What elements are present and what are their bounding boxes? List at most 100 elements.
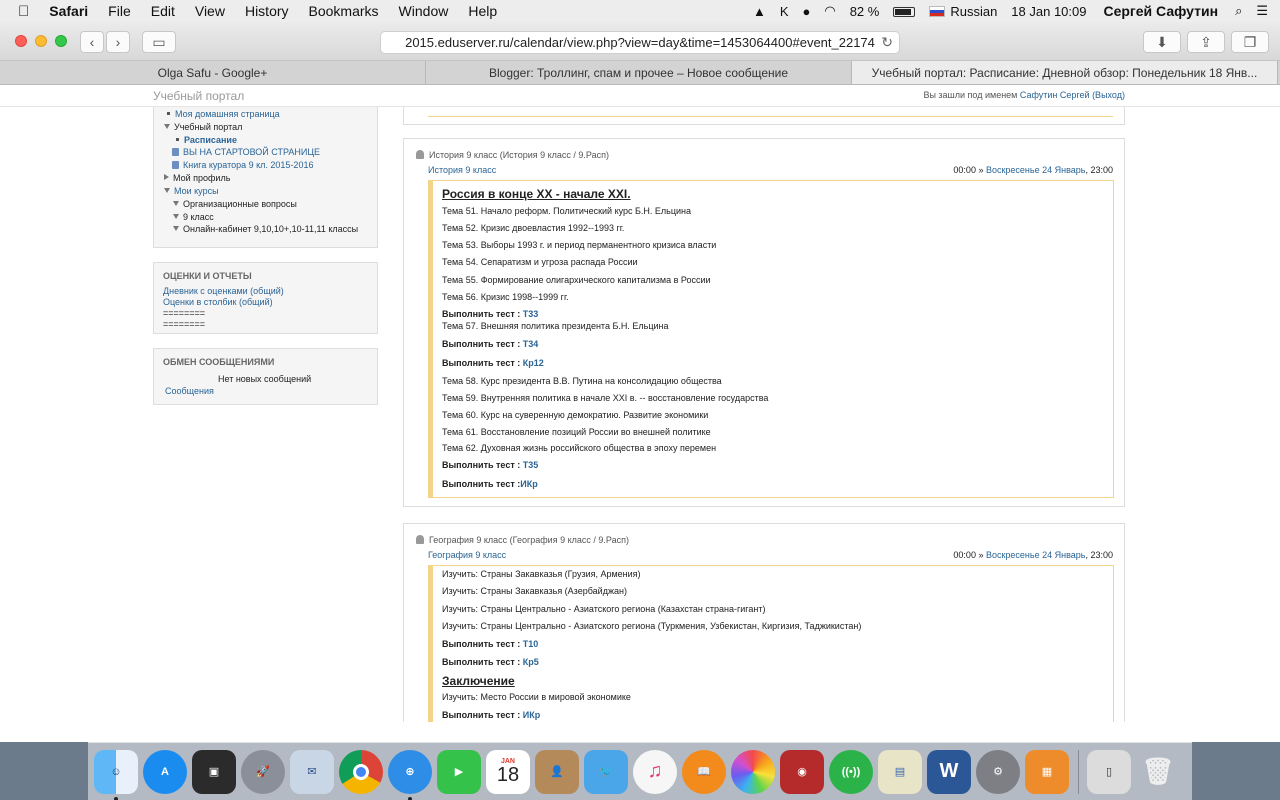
menu-view[interactable]: View xyxy=(185,3,235,19)
event-course-link[interactable]: География 9 класс xyxy=(428,550,506,560)
test-link[interactable]: Т10 xyxy=(523,639,539,649)
messages-link[interactable]: Сообщения xyxy=(154,384,377,396)
share-button[interactable]: ⇪ xyxy=(1187,31,1225,53)
dock-calendar-icon[interactable]: JAN 18 xyxy=(486,749,530,794)
nav-item-home[interactable]: Моя домашняя страница xyxy=(165,109,280,119)
menu-bookmarks[interactable]: Bookmarks xyxy=(299,3,389,19)
screen-share-icon[interactable]: ● xyxy=(795,4,817,19)
downloads-button[interactable]: ⬇ xyxy=(1143,31,1181,53)
nav-item-curator-book[interactable]: Книга куратора 9 кл. 2015-2016 xyxy=(172,160,313,170)
chevron-right-icon: › xyxy=(115,34,121,50)
user-menu[interactable]: Сергей Сафутин xyxy=(1093,3,1228,19)
nav-item-start-page[interactable]: ВЫ НА СТАРТОВОЙ СТРАНИЦЕ xyxy=(172,147,320,157)
dock-preview-icon[interactable]: ▣ xyxy=(192,749,236,794)
test-link[interactable]: Т35 xyxy=(523,460,539,470)
test-link[interactable]: ИКр xyxy=(523,710,540,720)
event-course-link[interactable]: История 9 класс xyxy=(428,165,496,175)
battery-percent: 82 % xyxy=(849,3,880,19)
event-previous xyxy=(403,107,1125,125)
test-link[interactable]: Кр12 xyxy=(523,358,544,368)
wifi-icon[interactable]: ◠ xyxy=(817,3,842,19)
dock-contacts-icon[interactable]: 👤 xyxy=(535,749,579,794)
notification-center-icon[interactable]: ☰ xyxy=(1249,3,1280,19)
grades-column-link[interactable]: Оценки в столбик (общий) xyxy=(163,297,368,308)
nav-item-profile[interactable]: Мой профиль xyxy=(164,173,230,183)
dock-ibooks-icon[interactable]: 📖 xyxy=(682,749,726,794)
separator: ======== xyxy=(163,308,206,318)
back-button[interactable]: ‹ xyxy=(80,31,104,53)
nav-item-grade-9[interactable]: 9 класс xyxy=(173,212,214,222)
test-link[interactable]: Т34 xyxy=(523,339,539,349)
dock-finder-icon[interactable]: ☺ xyxy=(94,749,138,800)
menu-window[interactable]: Window xyxy=(389,3,459,19)
drive-icon[interactable]: ▲ xyxy=(746,4,773,19)
dock-calculator-icon[interactable]: ▦ xyxy=(1025,749,1069,794)
logout-link[interactable]: (Выход) xyxy=(1092,90,1125,100)
dock-launchpad-icon[interactable]: 🚀 xyxy=(241,749,285,794)
share-icon: ⇪ xyxy=(1200,33,1212,50)
dock-photo-booth-icon[interactable]: ◉ xyxy=(780,749,824,794)
dock-trash-icon[interactable]: 🗑 xyxy=(1136,750,1180,794)
dock-system-preferences-icon[interactable]: ⚙ xyxy=(976,749,1020,794)
kaspersky-icon[interactable]: K xyxy=(773,4,796,19)
test-line: Выполнить тест : Кр12 xyxy=(442,358,544,368)
nav-item-my-courses[interactable]: Мои курсы xyxy=(164,186,219,196)
dock-photos-icon[interactable] xyxy=(731,749,775,794)
input-language[interactable]: Russian xyxy=(922,4,1004,19)
close-window-button[interactable] xyxy=(15,35,27,47)
tab-blogger[interactable]: Blogger: Троллинг, спам и прочее – Новое… xyxy=(426,61,852,84)
address-bar[interactable]: 2015.eduserver.ru/calendar/view.php?view… xyxy=(380,31,900,54)
topic-line: Тема 53. Выборы 1993 г. и период пермане… xyxy=(442,240,717,250)
menu-edit[interactable]: Edit xyxy=(141,3,185,19)
dock-mail-icon[interactable]: ✉ xyxy=(290,749,334,794)
menu-app-safari[interactable]: Safari xyxy=(39,3,98,19)
tab-schedule[interactable]: Учебный портал: Расписание: Дневной обзо… xyxy=(852,61,1278,84)
tab-google-plus[interactable]: Olga Safu - Google+ xyxy=(0,61,426,84)
tab-overview-button[interactable]: ❐ xyxy=(1231,31,1269,53)
expanded-icon xyxy=(173,201,179,206)
navigation-block: Моя домашняя страница Учебный портал Рас… xyxy=(153,107,378,248)
expanded-icon xyxy=(164,188,170,193)
dock-keynote-icon[interactable]: ▤ xyxy=(878,749,922,794)
nav-item-org-questions[interactable]: Организационные вопросы xyxy=(173,199,297,209)
minimize-window-button[interactable] xyxy=(35,35,47,47)
site-name[interactable]: Учебный портал xyxy=(153,89,244,103)
test-link[interactable]: Кр5 xyxy=(523,657,539,667)
event-day-link[interactable]: Воскресенье 24 Январь xyxy=(986,550,1086,560)
event-day-link[interactable]: Воскресенье 24 Январь xyxy=(986,165,1086,175)
dock-chrome-icon[interactable] xyxy=(339,749,383,794)
menu-help[interactable]: Help xyxy=(458,3,507,19)
topic-line: Тема 58. Курс президента В.В. Путина на … xyxy=(442,376,722,386)
menu-file[interactable]: File xyxy=(98,3,141,19)
grades-diary-link[interactable]: Дневник с оценками (общий) xyxy=(163,286,368,297)
nav-item-online-cabinet[interactable]: Онлайн-кабинет 9,10,10+,10-11,11 классы xyxy=(173,224,358,234)
expanded-icon xyxy=(164,124,170,129)
download-icon: ⬇ xyxy=(1156,33,1168,50)
dock-twitter-icon[interactable]: 🐦 xyxy=(584,749,628,794)
forward-button[interactable]: › xyxy=(106,31,130,53)
apple-menu-icon[interactable]:  xyxy=(0,3,39,20)
dock-itunes-icon[interactable]: ♫ xyxy=(633,749,677,794)
spotlight-icon[interactable]: ⌕ xyxy=(1228,3,1249,19)
no-messages-text: Нет новых сообщений xyxy=(218,374,312,384)
dock: ☺ A ▣ 🚀 ✉ ⊕ ▶ JAN 18 👤 🐦 ♫ 📖 ◉ ((•)) ▤ W … xyxy=(88,742,1192,800)
messages-block: ОБМЕН СООБЩЕНИЯМИ Нет новых сообщений Со… xyxy=(153,348,378,405)
zoom-window-button[interactable] xyxy=(55,35,67,47)
menu-history[interactable]: History xyxy=(235,3,299,19)
test-link[interactable]: ИКр xyxy=(520,479,537,489)
dock-app-store-icon[interactable]: A xyxy=(143,749,187,794)
nav-item-portal[interactable]: Учебный портал xyxy=(164,122,242,132)
test-link[interactable]: Т33 xyxy=(523,309,539,319)
dock-safari-icon[interactable]: ⊕ xyxy=(388,749,432,800)
user-profile-link[interactable]: Сафутин Сергей xyxy=(1020,90,1090,100)
study-line: Изучить: Место России в мировой экономик… xyxy=(442,692,631,702)
dock-facetime-icon[interactable]: ▶ xyxy=(437,749,481,794)
dock-word-icon[interactable]: W xyxy=(927,749,971,794)
dock-wireless-icon[interactable]: ((•)) xyxy=(829,749,873,794)
reload-icon[interactable]: ↻ xyxy=(881,34,893,51)
sidebar-toggle-button[interactable]: ▭ xyxy=(142,31,176,53)
clock[interactable]: 18 Jan 10:09 xyxy=(1004,4,1093,19)
nav-item-schedule[interactable]: Расписание xyxy=(174,135,237,145)
battery-icon[interactable] xyxy=(886,4,922,19)
dock-phone-icon[interactable]: ▯ xyxy=(1087,749,1131,794)
